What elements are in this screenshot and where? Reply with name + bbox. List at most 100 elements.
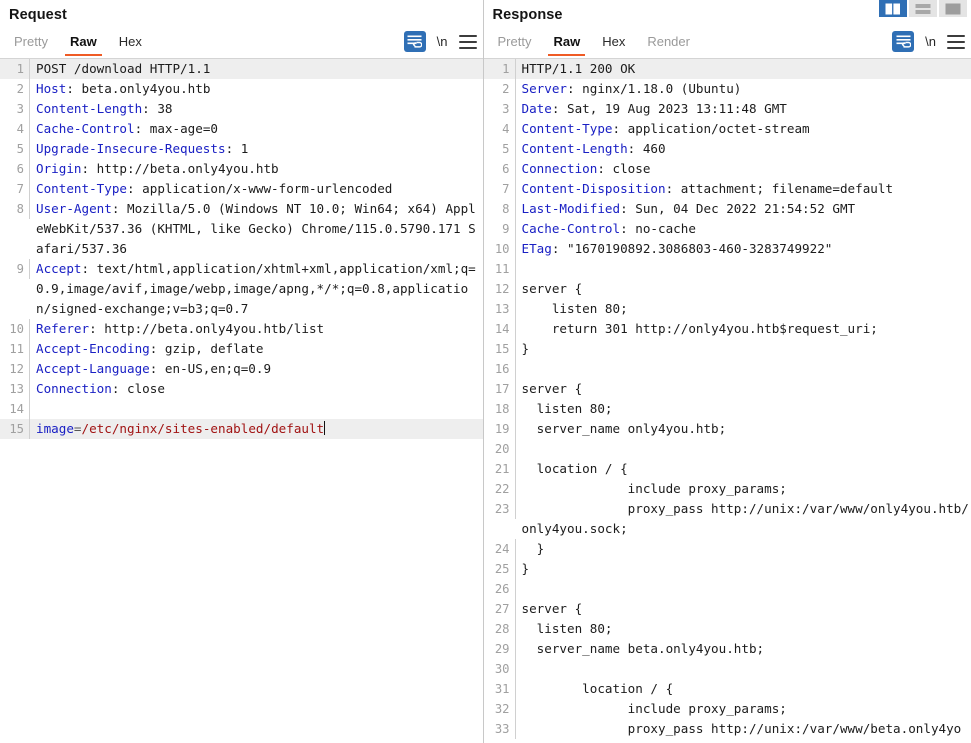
editor-line[interactable]: 19 server_name only4you.htb;: [484, 419, 971, 439]
burger-line: [947, 40, 965, 43]
editor-line[interactable]: 15}: [484, 339, 971, 359]
editor-line[interactable]: 15 image=/etc/nginx/sites-enabled/default: [0, 419, 483, 439]
editor-line[interactable]: 5 Content-Length: 460: [484, 139, 971, 159]
repeater-window: Request Pretty Raw Hex \n 1 POST /downlo…: [0, 0, 971, 743]
header-name: User-Agent: [36, 201, 112, 216]
burger-line: [458, 34, 477, 37]
editor-line[interactable]: 11: [484, 259, 971, 279]
editor-line[interactable]: 9 Cache-Control: no-cache: [484, 219, 971, 239]
editor-line[interactable]: 7 Content-Type: application/x-www-form-ur…: [0, 179, 483, 199]
line-content: server_name only4you.htb;: [516, 419, 971, 439]
newline-toggle[interactable]: \n: [436, 34, 449, 49]
editor-line[interactable]: 24 }: [484, 539, 971, 559]
line-number: 23: [484, 499, 516, 519]
line-number: 5: [0, 139, 30, 159]
line-content: Origin: http://beta.only4you.htb: [30, 159, 483, 179]
editor-line[interactable]: 9 Accept: text/html,application/xhtml+xml…: [0, 259, 483, 319]
editor-line[interactable]: 32 include proxy_params;: [484, 699, 971, 719]
editor-line[interactable]: 6 Origin: http://beta.only4you.htb: [0, 159, 483, 179]
editor-line[interactable]: 29 server_name beta.only4you.htb;: [484, 639, 971, 659]
editor-line[interactable]: 10 ETag: "1670190892.3086803-460-32837499…: [484, 239, 971, 259]
editor-line[interactable]: 20: [484, 439, 971, 459]
line-content: Connection: close: [516, 159, 971, 179]
line-content: Content-Type: application/octet-stream: [516, 119, 971, 139]
tab-request-raw[interactable]: Raw: [59, 29, 108, 56]
header-name: Cache-Control: [36, 121, 135, 136]
editor-line[interactable]: 13 listen 80;: [484, 299, 971, 319]
editor-line[interactable]: 8 User-Agent: Mozilla/5.0 (Windows NT 10.…: [0, 199, 483, 259]
word-wrap-glyph: [896, 35, 911, 48]
editor-line[interactable]: 1 HTTP/1.1 200 OK: [483, 59, 971, 79]
editor-line[interactable]: 21 location / {: [484, 459, 971, 479]
header-value: : nginx/1.18.0 (Ubuntu): [567, 81, 742, 96]
hamburger-menu-icon[interactable]: [947, 34, 965, 49]
header-name: Content-Type: [36, 181, 127, 196]
editor-line[interactable]: 1 POST /download HTTP/1.1: [0, 59, 483, 79]
stacked-layout-button[interactable]: [909, 0, 937, 17]
line-number: 25: [484, 559, 516, 579]
editor-line[interactable]: 22 include proxy_params;: [484, 479, 971, 499]
request-editor[interactable]: 1 POST /download HTTP/1.1 2 Host: beta.only…: [0, 59, 483, 743]
editor-line[interactable]: 16: [484, 359, 971, 379]
code-text: }: [521, 541, 545, 556]
editor-line[interactable]: 2 Server: nginx/1.18.0 (Ubuntu): [484, 79, 971, 99]
editor-line[interactable]: 10 Referer: http://beta.only4you.htb/list: [0, 319, 483, 339]
editor-line[interactable]: 26: [484, 579, 971, 599]
line-number: 32: [484, 699, 516, 719]
tab-request-pretty[interactable]: Pretty: [3, 29, 59, 56]
line-number: 1: [0, 59, 30, 79]
word-wrap-icon[interactable]: [403, 31, 426, 52]
editor-line[interactable]: 14: [0, 399, 483, 419]
hamburger-menu-icon[interactable]: [458, 34, 477, 49]
line-number: 6: [0, 159, 30, 179]
editor-line[interactable]: 17 server {: [484, 379, 971, 399]
header-name: Date: [521, 101, 552, 116]
line-number: 2: [0, 79, 30, 99]
response-editor[interactable]: 1 HTTP/1.1 200 OK 2 Server: nginx/1.18.0 (U…: [483, 59, 971, 743]
tab-response-pretty[interactable]: Pretty: [487, 29, 543, 56]
editor-line[interactable]: 31 location / {: [484, 679, 971, 699]
editor-line[interactable]: 28 listen 80;: [484, 619, 971, 639]
editor-line[interactable]: 11 Accept-Encoding: gzip, deflate: [0, 339, 483, 359]
editor-line[interactable]: 6 Connection: close: [484, 159, 971, 179]
editor-line[interactable]: 23 proxy_pass http://unix:/var/www/only4…: [484, 499, 971, 539]
tabbed-layout-button[interactable]: [939, 0, 967, 17]
header-name: Upgrade-Insecure-Requests: [36, 141, 226, 156]
tab-request-hex[interactable]: Hex: [108, 29, 153, 56]
editor-line[interactable]: 25}: [484, 559, 971, 579]
editor-line[interactable]: 14 return 301 http://only4you.htb$reques…: [484, 319, 971, 339]
editor-line[interactable]: 4 Content-Type: application/octet-stream: [484, 119, 971, 139]
editor-line[interactable]: 3 Content-Length: 38: [0, 99, 483, 119]
line-number: 7: [0, 179, 30, 199]
editor-line[interactable]: 7 Content-Disposition: attachment; filena…: [484, 179, 971, 199]
editor-line[interactable]: 33 proxy_pass http://unix:/var/www/beta.…: [484, 719, 971, 743]
editor-line[interactable]: 5 Upgrade-Insecure-Requests: 1: [0, 139, 483, 159]
param-name: image: [36, 421, 74, 436]
editor-line[interactable]: 3 Date: Sat, 19 Aug 2023 13:11:48 GMT: [484, 99, 971, 119]
newline-toggle[interactable]: \n: [924, 34, 937, 49]
burger-line: [458, 40, 477, 43]
line-content: server_name beta.only4you.htb;: [516, 639, 971, 659]
editor-line[interactable]: 2 Host: beta.only4you.htb: [0, 79, 483, 99]
editor-line[interactable]: 27 server {: [484, 599, 971, 619]
line-content: location / {: [516, 459, 971, 479]
tab-response-hex[interactable]: Hex: [591, 29, 636, 56]
tab-response-raw[interactable]: Raw: [542, 29, 591, 56]
word-wrap-icon[interactable]: [892, 31, 915, 52]
header-value: : application/octet-stream: [612, 121, 810, 136]
request-tabbar: Pretty Raw Hex \n: [0, 29, 483, 59]
editor-line[interactable]: 8 Last-Modified: Sun, 04 Dec 2022 21:54:5…: [484, 199, 971, 219]
editor-line[interactable]: 12 Accept-Language: en-US,en;q=0.9: [0, 359, 483, 379]
header-value: : text/html,application/xhtml+xml,applic…: [36, 261, 476, 316]
editor-line[interactable]: 30: [484, 659, 971, 679]
editor-line[interactable]: 18 listen 80;: [484, 399, 971, 419]
line-number: 9: [484, 219, 516, 239]
line-content: include proxy_params;: [516, 479, 971, 499]
side-by-side-layout-button[interactable]: [879, 0, 907, 17]
tab-response-render[interactable]: Render: [636, 29, 701, 56]
line-content: Content-Type: application/x-www-form-url…: [30, 179, 483, 199]
editor-line[interactable]: 12 server {: [484, 279, 971, 299]
editor-line[interactable]: 13 Connection: close: [0, 379, 483, 399]
line-number: 27: [484, 599, 516, 619]
editor-line[interactable]: 4 Cache-Control: max-age=0: [0, 119, 483, 139]
